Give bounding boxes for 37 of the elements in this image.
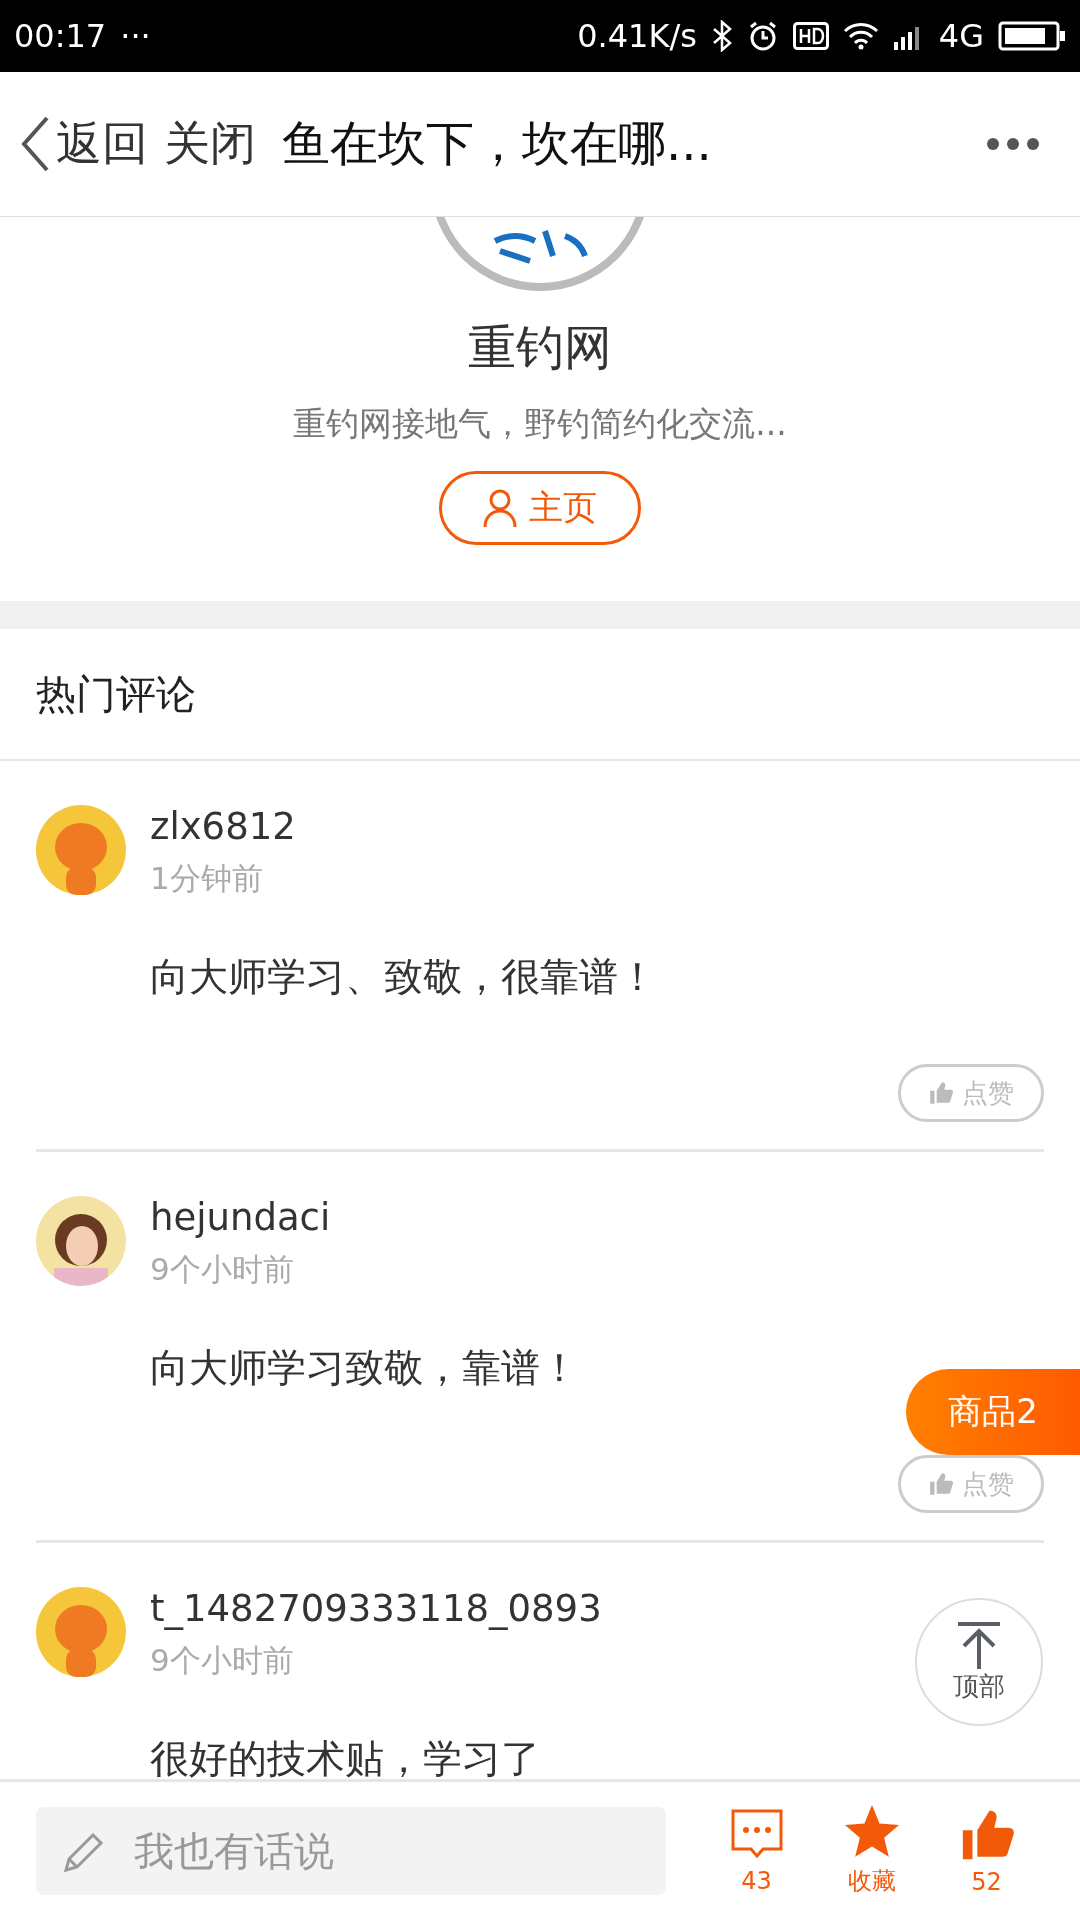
thumbs-up-icon xyxy=(928,1471,954,1497)
network-type: 4G xyxy=(938,17,984,55)
wifi-icon xyxy=(842,22,879,50)
comment-text: 很好的技术贴，学习了 xyxy=(150,1735,541,1779)
comment-username: t_1482709333118_0893 xyxy=(150,1587,603,1630)
more-icon[interactable] xyxy=(986,137,1040,151)
hd-icon xyxy=(792,22,829,50)
comment-time: 9个小时前 xyxy=(150,1641,294,1680)
section-title: 热门评论 xyxy=(0,629,1080,761)
like-button[interactable]: 点赞 xyxy=(898,1064,1044,1122)
comment-time: 1分钟前 xyxy=(150,859,263,898)
notification-more: ··· xyxy=(120,17,151,55)
comment-input-field[interactable]: 我也有话说 xyxy=(36,1807,666,1895)
comment-time: 9个小时前 xyxy=(150,1250,294,1289)
likes-button[interactable]: 52 xyxy=(929,1806,1044,1896)
arrow-up-icon xyxy=(956,1620,1002,1669)
back-button[interactable]: 返回 xyxy=(20,113,148,175)
network-speed: 0.41K/s xyxy=(577,17,697,55)
favorite-button[interactable]: 收藏 xyxy=(814,1805,929,1897)
comment-username: hejundaci xyxy=(150,1196,332,1239)
battery-icon xyxy=(998,21,1066,51)
like-button[interactable]: 点赞 xyxy=(898,1455,1044,1513)
account-description: 重钓网接地气，野钓简约化交流... xyxy=(293,403,787,445)
home-button[interactable]: 主页 xyxy=(439,471,641,545)
back-to-top-button[interactable]: 顶部 xyxy=(915,1598,1043,1726)
comment-username: zlx6812 xyxy=(150,805,297,848)
person-icon xyxy=(483,488,517,528)
account-name: 重钓网 xyxy=(468,318,612,377)
page-title: 鱼在坎下，坎在哪... xyxy=(282,114,712,173)
status-time: 00:17 xyxy=(14,17,107,55)
back-chevron-icon xyxy=(20,116,50,172)
close-button[interactable]: 关闭 xyxy=(164,113,256,175)
comments-button[interactable]: 43 xyxy=(699,1807,814,1895)
comment-text: 向大师学习、致敬，很靠谱！ xyxy=(150,953,658,1001)
goods-button[interactable]: 商品2 xyxy=(906,1369,1080,1455)
thumbs-up-icon xyxy=(928,1080,954,1106)
comment-text: 向大师学习致敬，靠谱！ xyxy=(150,1344,580,1392)
